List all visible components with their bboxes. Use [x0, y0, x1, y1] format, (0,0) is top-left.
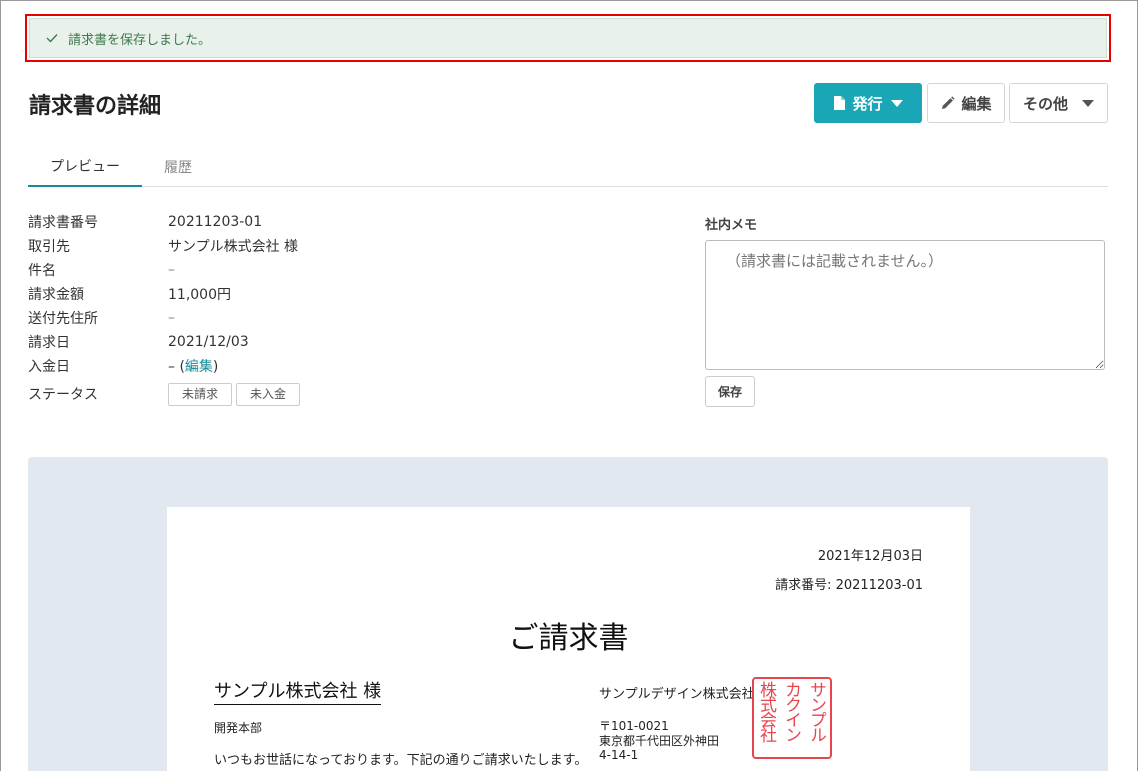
detail-label: 請求金額 — [28, 287, 84, 303]
pencil-icon — [942, 95, 956, 109]
client-link[interactable]: サンプル株式会社 様 — [168, 236, 298, 256]
detail-label: 送付先住所 — [28, 311, 98, 327]
issuer-address-line1: 東京都千代田区外神田 — [599, 734, 720, 748]
issuer-address-line2: 4-14-1 — [599, 748, 639, 762]
detail-value: – — [168, 310, 175, 326]
detail-label: 取引先 — [28, 239, 70, 255]
document-date: 2021年12月03日 — [817, 549, 923, 564]
seal-column: 株式会社 — [756, 681, 776, 741]
detail-label: 請求日 — [28, 335, 70, 351]
memo-textarea[interactable] — [705, 240, 1105, 370]
payment-date-suffix: ) — [212, 359, 219, 375]
detail-row-subject: 件名 – — [28, 258, 175, 282]
edit-button[interactable]: 編集 — [927, 83, 1005, 123]
invoice-document: 2021年12月03日 請求番号: 20211203-01 ご請求書 サンプル株… — [167, 507, 970, 771]
other-menu-button[interactable]: その他 — [1009, 83, 1108, 123]
status-tags: 未請求 未入金 — [168, 382, 304, 406]
check-icon — [46, 33, 60, 43]
status-badge-billing: 未請求 — [168, 382, 233, 406]
edit-label: 編集 — [961, 94, 992, 113]
seal-column: カクイン — [781, 681, 801, 741]
issue-label: 発行 — [852, 94, 883, 113]
detail-value: 20211203-01 — [168, 214, 263, 230]
tab-bar: プレビュー 履歴 — [28, 147, 1108, 187]
detail-label: ステータス — [28, 387, 98, 403]
document-number: 請求番号: 20211203-01 — [775, 578, 923, 593]
other-label: その他 — [1022, 94, 1068, 113]
issue-button[interactable]: 発行 — [814, 83, 922, 123]
seal-column: サンプル — [806, 681, 826, 741]
document-greeting: いつもお世話になっております。下記の通りご請求いたします。 — [214, 753, 588, 768]
detail-label: 件名 — [28, 263, 56, 279]
flash-text: 請求書を保存しました。 — [68, 32, 212, 48]
detail-value: – — [168, 262, 175, 278]
document-client: サンプル株式会社 様 — [214, 677, 382, 705]
memo-label: 社内メモ — [705, 218, 758, 233]
status-badge-payment: 未入金 — [236, 382, 301, 406]
detail-row-payment-date: 入金日 – (編集) — [28, 354, 218, 378]
document-department: 開発本部 — [214, 721, 263, 735]
memo-save-button[interactable]: 保存 — [705, 376, 755, 407]
issuer-name: サンプルデザイン株式会社 — [599, 687, 755, 702]
chevron-down-icon — [1082, 99, 1094, 107]
payment-date-prefix: – ( — [168, 359, 185, 375]
document-icon — [834, 96, 846, 110]
app-frame: 請求書を保存しました。 請求書の詳細 発行 編集 その他 プレビュー 履歴 請求… — [0, 0, 1138, 771]
page-title: 請求書の詳細 — [29, 94, 162, 119]
detail-label: 請求書番号 — [28, 215, 98, 231]
payment-date-edit-link[interactable]: 編集 — [185, 359, 213, 375]
document-title: ご請求書 — [508, 621, 629, 656]
flash-highlight: 請求書を保存しました。 — [25, 14, 1111, 62]
detail-row-client: 取引先 サンプル株式会社 様 — [28, 234, 298, 258]
detail-row-invoice-date: 請求日 2021/12/03 — [28, 330, 249, 354]
detail-row-invoice-number: 請求書番号 20211203-01 — [28, 210, 262, 234]
chevron-down-icon — [890, 99, 903, 107]
detail-value: 2021/12/03 — [168, 334, 249, 350]
detail-row-address: 送付先住所 – — [28, 306, 175, 330]
detail-row-status: ステータス 未請求 未入金 — [28, 382, 304, 406]
tab-preview[interactable]: プレビュー — [28, 147, 142, 187]
company-seal-stamp: サンプル カクイン 株式会社 — [752, 677, 832, 759]
flash-message: 請求書を保存しました。 — [29, 18, 1107, 58]
detail-value: – (編集) — [168, 356, 218, 376]
tab-history[interactable]: 履歴 — [142, 147, 214, 187]
detail-label: 入金日 — [28, 359, 70, 375]
detail-row-amount: 請求金額 11,000円 — [28, 282, 231, 306]
detail-value: 11,000円 — [168, 287, 231, 303]
